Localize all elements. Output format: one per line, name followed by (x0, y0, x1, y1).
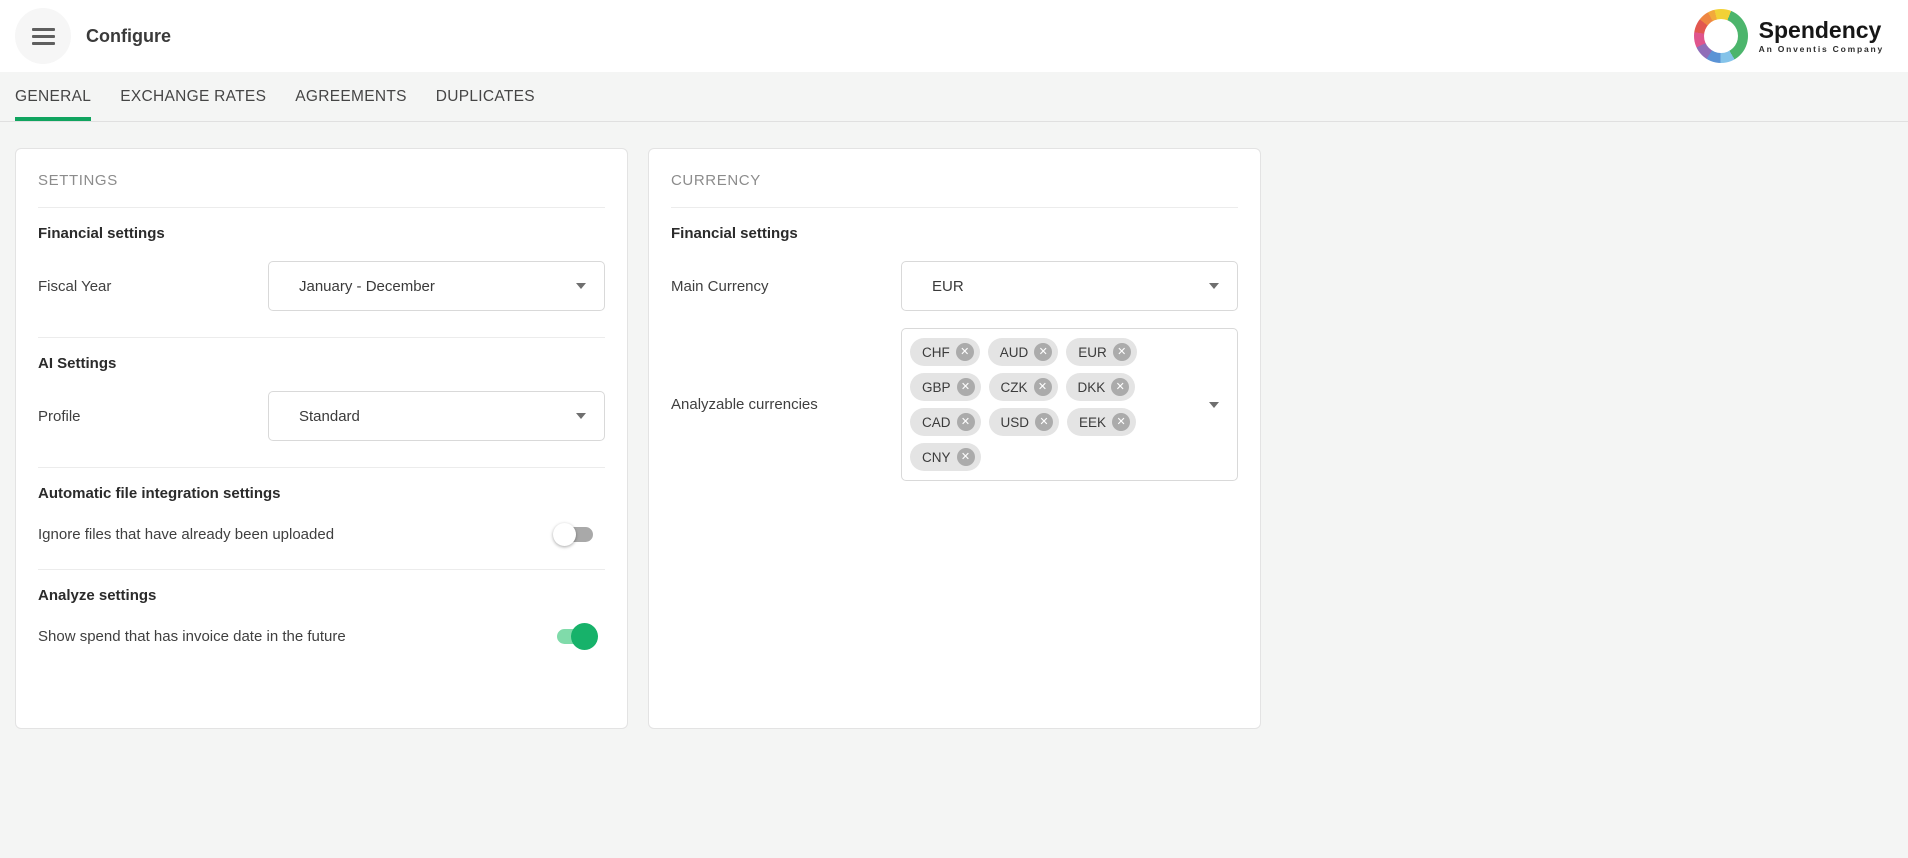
spendency-logo: Spendency An Onventis Company (1694, 9, 1888, 63)
main-currency-value: EUR (932, 278, 964, 295)
financial-settings-heading: Financial settings (38, 225, 605, 242)
remove-icon[interactable]: ✕ (1112, 413, 1130, 431)
currency-chip: EUR ✕ (1066, 338, 1137, 366)
logo-name: Spendency (1759, 18, 1884, 42)
tab-exchange-rates[interactable]: EXCHANGE RATES (120, 72, 266, 121)
currency-chip: CHF ✕ (910, 338, 980, 366)
logo-tagline: An Onventis Company (1759, 44, 1884, 54)
logo-ring-icon (1694, 9, 1748, 63)
menu-icon[interactable] (15, 8, 71, 64)
active-tab-underline (15, 117, 91, 121)
remove-icon[interactable]: ✕ (956, 343, 974, 361)
chip-label: CNY (922, 450, 951, 465)
tab-general[interactable]: GENERAL (15, 72, 91, 121)
toggle-knob (571, 623, 598, 650)
tab-agreements[interactable]: AGREEMENTS (295, 72, 407, 121)
future-invoice-toggle[interactable] (557, 629, 593, 644)
chevron-down-icon (576, 413, 586, 419)
chip-label: CZK (1001, 380, 1028, 395)
ignore-uploaded-label: Ignore files that have already been uplo… (38, 526, 557, 543)
currency-chip: CNY ✕ (910, 443, 981, 471)
remove-icon[interactable]: ✕ (957, 448, 975, 466)
divider (38, 337, 605, 338)
analyzable-currencies-multiselect[interactable]: CHF ✕ AUD ✕ EUR ✕ GBP ✕ CZK ✕ (901, 328, 1238, 481)
divider (38, 207, 605, 208)
ai-settings-heading: AI Settings (38, 355, 605, 372)
divider (38, 467, 605, 468)
chip-label: CHF (922, 345, 950, 360)
page-title: Configure (86, 26, 171, 47)
main-currency-select[interactable]: EUR (901, 261, 1238, 311)
menu-bar (32, 35, 55, 38)
currency-chip: EEK ✕ (1067, 408, 1136, 436)
chip-label: EUR (1078, 345, 1107, 360)
fiscal-year-value: January - December (299, 278, 435, 295)
analyzable-currencies-label: Analyzable currencies (671, 396, 901, 413)
currency-financial-heading: Financial settings (671, 225, 1238, 242)
app-header: Configure Spendency An Onventis Company (0, 0, 1908, 72)
chip-label: USD (1001, 415, 1030, 430)
logo-text: Spendency An Onventis Company (1759, 18, 1884, 54)
chevron-down-icon (1209, 402, 1219, 408)
currency-chip: CZK ✕ (989, 373, 1058, 401)
currency-chip: GBP ✕ (910, 373, 981, 401)
remove-icon[interactable]: ✕ (1113, 343, 1131, 361)
main-currency-label: Main Currency (671, 278, 901, 295)
remove-icon[interactable]: ✕ (1035, 413, 1053, 431)
future-invoice-row: Show spend that has invoice date in the … (38, 628, 605, 645)
fiscal-year-row: Fiscal Year January - December (38, 261, 605, 311)
profile-label: Profile (38, 408, 268, 425)
chip-label: EEK (1079, 415, 1106, 430)
currency-panel-title: CURRENCY (671, 172, 1238, 189)
ignore-uploaded-toggle[interactable] (557, 527, 593, 542)
currency-panel: CURRENCY Financial settings Main Currenc… (648, 148, 1261, 729)
file-integration-heading: Automatic file integration settings (38, 485, 605, 502)
currency-chip: CAD ✕ (910, 408, 981, 436)
profile-select[interactable]: Standard (268, 391, 605, 441)
remove-icon[interactable]: ✕ (1034, 378, 1052, 396)
divider (38, 569, 605, 570)
main-currency-row: Main Currency EUR (671, 261, 1238, 311)
remove-icon[interactable]: ✕ (957, 413, 975, 431)
currency-chip: USD ✕ (989, 408, 1060, 436)
menu-bar (32, 28, 55, 31)
remove-icon[interactable]: ✕ (1034, 343, 1052, 361)
tab-label: DUPLICATES (436, 88, 535, 106)
chip-label: AUD (1000, 345, 1029, 360)
tab-label: EXCHANGE RATES (120, 88, 266, 106)
divider (671, 207, 1238, 208)
ignore-uploaded-row: Ignore files that have already been uplo… (38, 526, 605, 543)
future-invoice-label: Show spend that has invoice date in the … (38, 628, 557, 645)
chip-label: CAD (922, 415, 951, 430)
chip-label: GBP (922, 380, 951, 395)
analyze-settings-heading: Analyze settings (38, 587, 605, 604)
menu-bar (32, 42, 55, 45)
chevron-down-icon (576, 283, 586, 289)
fiscal-year-select[interactable]: January - December (268, 261, 605, 311)
remove-icon[interactable]: ✕ (1111, 378, 1129, 396)
chevron-down-icon (1209, 283, 1219, 289)
tab-label: GENERAL (15, 88, 91, 106)
settings-panel-title: SETTINGS (38, 172, 605, 189)
settings-panel: SETTINGS Financial settings Fiscal Year … (15, 148, 628, 729)
tab-bar: GENERAL EXCHANGE RATES AGREEMENTS DUPLIC… (0, 72, 1908, 122)
currency-chip: AUD ✕ (988, 338, 1059, 366)
currency-chip: DKK ✕ (1066, 373, 1136, 401)
profile-value: Standard (299, 408, 360, 425)
chip-label: DKK (1078, 380, 1106, 395)
fiscal-year-label: Fiscal Year (38, 278, 268, 295)
tab-duplicates[interactable]: DUPLICATES (436, 72, 535, 121)
content-area: SETTINGS Financial settings Fiscal Year … (0, 122, 1908, 755)
analyzable-currencies-row: Analyzable currencies CHF ✕ AUD ✕ EUR ✕ … (671, 328, 1238, 481)
tab-label: AGREEMENTS (295, 88, 407, 106)
profile-row: Profile Standard (38, 391, 605, 441)
toggle-knob (553, 523, 576, 546)
remove-icon[interactable]: ✕ (957, 378, 975, 396)
